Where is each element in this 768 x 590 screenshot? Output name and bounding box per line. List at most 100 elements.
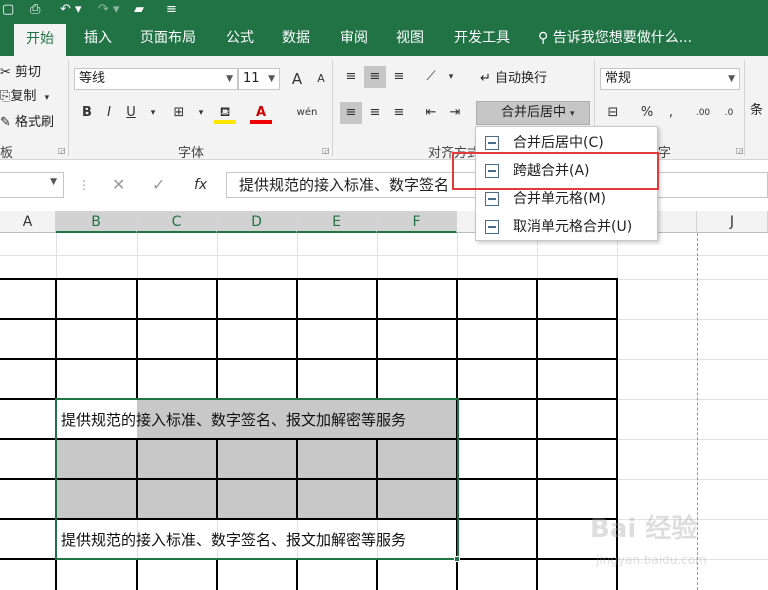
underline-letter: U [126, 105, 136, 120]
decrease-font-icon[interactable]: A [310, 68, 332, 90]
fill-handle[interactable] [454, 556, 460, 562]
align-middle-icon[interactable]: ≡ [364, 66, 386, 88]
enter-glyph: ✓ [152, 175, 166, 194]
decrease-decimal-icon[interactable]: .0 [718, 102, 740, 124]
insert-function-icon[interactable]: fx [194, 172, 207, 198]
tab-data[interactable]: 数据 [282, 22, 310, 56]
number-launcher-icon[interactable]: ◲ [736, 146, 744, 155]
fx-label: fx [194, 177, 208, 193]
italic-button[interactable]: I [98, 102, 120, 124]
column-header-j[interactable]: J [697, 211, 768, 233]
chevron-down-icon: ▼ [268, 74, 275, 84]
name-box[interactable]: ▼ [0, 172, 64, 198]
tab-formulas[interactable]: 公式 [226, 22, 254, 56]
bold-button[interactable]: B [76, 102, 98, 124]
align-center-icon[interactable]: ≡ [364, 102, 386, 124]
wrap-text-label: 自动换行 [495, 71, 548, 86]
font-size-value: 11 [243, 71, 260, 86]
merge-center-button[interactable]: 合并后居中 ▾ [476, 101, 590, 125]
shrink-letter: A [317, 72, 325, 85]
tab-insert[interactable]: 插入 [84, 22, 112, 56]
currency-icon[interactable]: ⊟ [602, 102, 624, 124]
open-icon[interactable]: ▰ [134, 3, 144, 17]
format-painter-button[interactable]: ✎ 格式刷 [0, 112, 54, 134]
conditional-format-button[interactable]: 条 [750, 100, 763, 122]
tab-review[interactable]: 审阅 [340, 22, 368, 56]
enter-icon[interactable]: ✓ [152, 172, 165, 198]
tell-me-box[interactable]: ⚲ 告诉我您想要做什么... [538, 22, 692, 56]
percent-button[interactable]: % [636, 102, 658, 124]
column-header-b[interactable]: B [56, 211, 137, 233]
align-top-icon[interactable]: ≡ [340, 66, 362, 88]
column-header-d[interactable]: D [217, 211, 297, 233]
cancel-icon[interactable]: ✕ [112, 172, 125, 198]
number-format-combo[interactable]: 常规 ▼ [600, 68, 740, 90]
redo-icon[interactable]: ↷ ▾ [98, 3, 120, 17]
number-group-label: 字 [658, 146, 672, 161]
column-header-e[interactable]: E [297, 211, 377, 233]
increase-indent-icon[interactable]: ⇥ [444, 102, 466, 124]
font-color-letter: A [255, 105, 267, 120]
phonetic-guide-icon[interactable]: wén [292, 102, 322, 124]
group-separator [332, 60, 333, 156]
border-icon[interactable]: ⊞ [168, 102, 190, 124]
increase-font-icon[interactable]: A [286, 68, 308, 90]
comma-button[interactable]: , [660, 102, 682, 124]
wrap-text-button[interactable]: ↵ 自动换行 [480, 68, 547, 90]
comma-label: , [668, 105, 674, 120]
align-left-icon[interactable]: ≡ [340, 102, 362, 124]
annotation-highlight-box [452, 152, 659, 190]
title-bar: ▢ ⎙ ↶ ▾ ↷ ▾ ▰ ≡ [0, 0, 768, 22]
underline-dropdown-icon[interactable]: ▾ [142, 102, 164, 124]
column-header-f[interactable]: F [377, 211, 457, 233]
chevron-down-icon: ▼ [728, 74, 735, 84]
cut-label: 剪切 [15, 65, 42, 80]
column-header-c[interactable]: C [137, 211, 217, 233]
column-header-a[interactable]: A [0, 211, 56, 233]
decrease-indent-icon[interactable]: ⇤ [420, 102, 442, 124]
number-format-value: 常规 [605, 71, 632, 86]
italic-letter: I [107, 105, 111, 120]
grow-letter: A [291, 70, 303, 88]
orientation-dropdown-icon[interactable]: ▾ [440, 66, 462, 88]
tab-view[interactable]: 视图 [396, 22, 424, 56]
font-size-combo[interactable]: 11 ▼ [238, 68, 280, 90]
formula-value: 提供规范的接入标准、数字签名 [239, 176, 450, 194]
clipboard-launcher-icon[interactable]: ◲ [58, 146, 66, 155]
tab-page-layout[interactable]: 页面布局 [140, 22, 196, 56]
fill-color-icon[interactable]: ⛾ [214, 102, 236, 124]
wrap-text-icon: ↵ [480, 71, 491, 86]
align-right-icon[interactable]: ≡ [388, 102, 410, 124]
undo-icon[interactable]: ↶ ▾ [60, 3, 82, 17]
percent-label: % [640, 105, 654, 120]
menu-item-unmerge[interactable]: 取消单元格合并(U) [476, 213, 657, 241]
font-name-combo[interactable]: 等线 ▼ [74, 68, 238, 90]
brush-icon: ✎ [0, 115, 11, 130]
chevron-down-icon: ▼ [226, 74, 233, 84]
tab-developer[interactable]: 开发工具 [454, 22, 510, 56]
cancel-glyph: ✕ [112, 175, 126, 194]
font-group-label: 字体 [178, 146, 205, 161]
orientation-icon[interactable]: ⟋ [420, 66, 442, 88]
font-color-icon[interactable]: A [250, 102, 272, 124]
font-name-value: 等线 [79, 71, 106, 86]
underline-button[interactable]: U [120, 102, 142, 124]
watermark-logo: Bai 经验 [590, 514, 698, 544]
clipboard-group-label: 板 [0, 146, 14, 161]
watermark-url: jingyan.baidu.com [596, 553, 707, 567]
scissors-icon: ✂ [0, 65, 11, 80]
formula-more-icon: ⋮ [78, 178, 90, 192]
copy-button[interactable]: ⎘复制 ▾ [0, 86, 49, 108]
menu-item-label: 取消单元格合并(U) [513, 219, 633, 235]
save-icon[interactable]: ▢ [2, 3, 14, 17]
selection-outline [55, 398, 459, 560]
print-preview-icon[interactable]: ⎙ [30, 3, 40, 17]
align-bottom-icon[interactable]: ≡ [388, 66, 410, 88]
customize-quick-access-icon[interactable]: ≡ [166, 3, 177, 17]
cut-button[interactable]: ✂ 剪切 [0, 62, 41, 84]
increase-decimal-icon[interactable]: .00 [692, 102, 714, 124]
border-dropdown-icon[interactable]: ▾ [190, 102, 212, 124]
unmerge-icon [485, 220, 499, 234]
font-launcher-icon[interactable]: ◲ [322, 146, 330, 155]
tab-home[interactable]: 开始 [14, 24, 66, 56]
